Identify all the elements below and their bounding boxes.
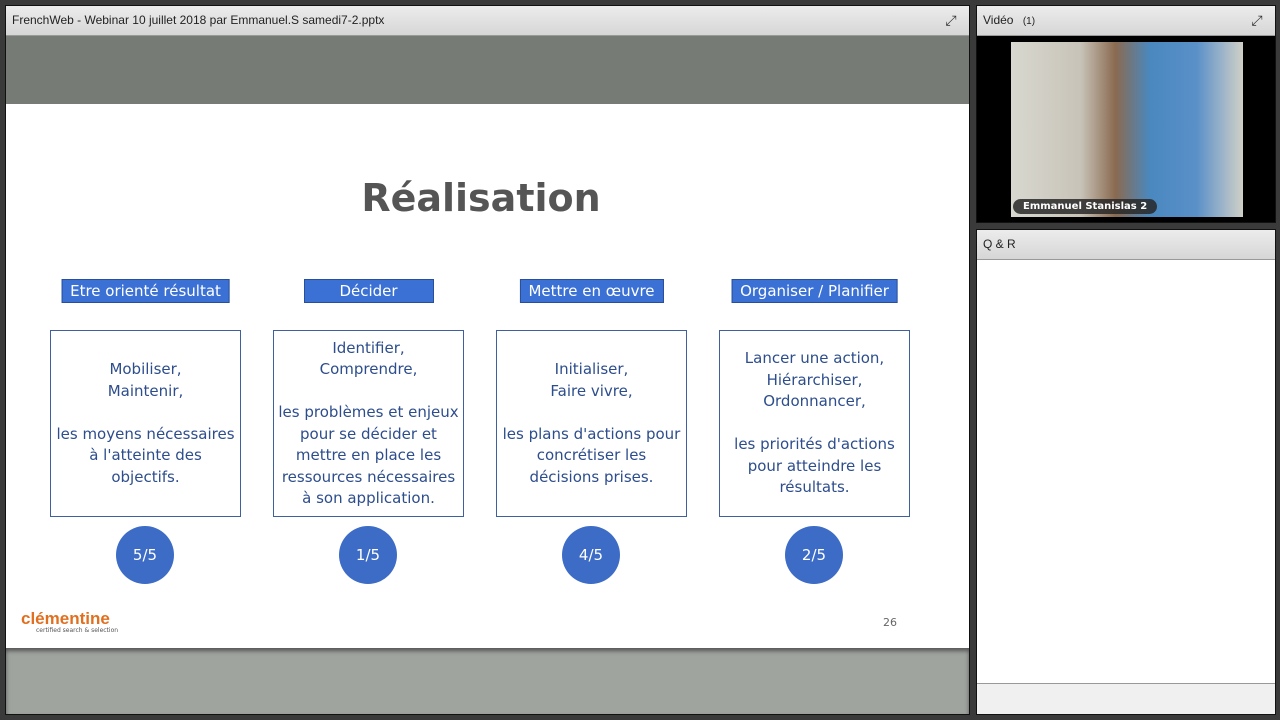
webcam-video[interactable]: Emmanuel Stanislas 2 [1011, 42, 1243, 217]
maximize-icon[interactable]: ⤢ [1249, 12, 1265, 28]
score-badge: 2/5 [785, 526, 843, 584]
qa-input[interactable] [977, 683, 1275, 714]
column-body: Identifier, Comprendre, les problèmes et… [273, 330, 464, 517]
maximize-icon[interactable]: ⤢ [943, 12, 959, 28]
clementine-logo: clémentine [21, 609, 110, 628]
video-count: (1) [1022, 16, 1036, 27]
qa-pod: Q & R [976, 229, 1276, 715]
score-badge: 1/5 [339, 526, 397, 584]
score-badge: 5/5 [116, 526, 174, 584]
qa-pod-header: Q & R [977, 230, 1275, 260]
column-body: Initialiser, Faire vivre, les plans d'ac… [496, 330, 687, 517]
column-header: Etre orienté résultat [61, 279, 230, 303]
presentation-title: FrenchWeb - Webinar 10 juillet 2018 par … [12, 13, 385, 27]
slide: Réalisation Etre orienté résultat Mobili… [6, 104, 969, 646]
logo-tagline: certified search & selection [36, 627, 119, 634]
video-pod: Vidéo (1) ⤢ Emmanuel Stanislas 2 [976, 5, 1276, 223]
score-badge: 4/5 [562, 526, 620, 584]
column-body: Lancer une action, Hiérarchiser, Ordonna… [719, 330, 910, 517]
participant-name: Emmanuel Stanislas 2 [1013, 199, 1158, 214]
page-number: 26 [883, 616, 897, 629]
video-pod-header: Vidéo (1) ⤢ [977, 6, 1275, 36]
column-header: Organiser / Planifier [731, 279, 898, 303]
column-header: Décider [303, 279, 434, 303]
slide-background-top [6, 36, 969, 104]
slide-background-bottom [6, 648, 969, 714]
column-header: Mettre en œuvre [519, 279, 664, 303]
video-title: Vidéo [983, 13, 1014, 27]
presentation-pod-header: FrenchWeb - Webinar 10 juillet 2018 par … [6, 6, 969, 36]
presentation-pod: FrenchWeb - Webinar 10 juillet 2018 par … [5, 5, 970, 715]
column-body: Mobiliser, Maintenir, les moyens nécessa… [50, 330, 241, 517]
slide-title: Réalisation [361, 176, 601, 220]
qa-title: Q & R [983, 237, 1016, 251]
